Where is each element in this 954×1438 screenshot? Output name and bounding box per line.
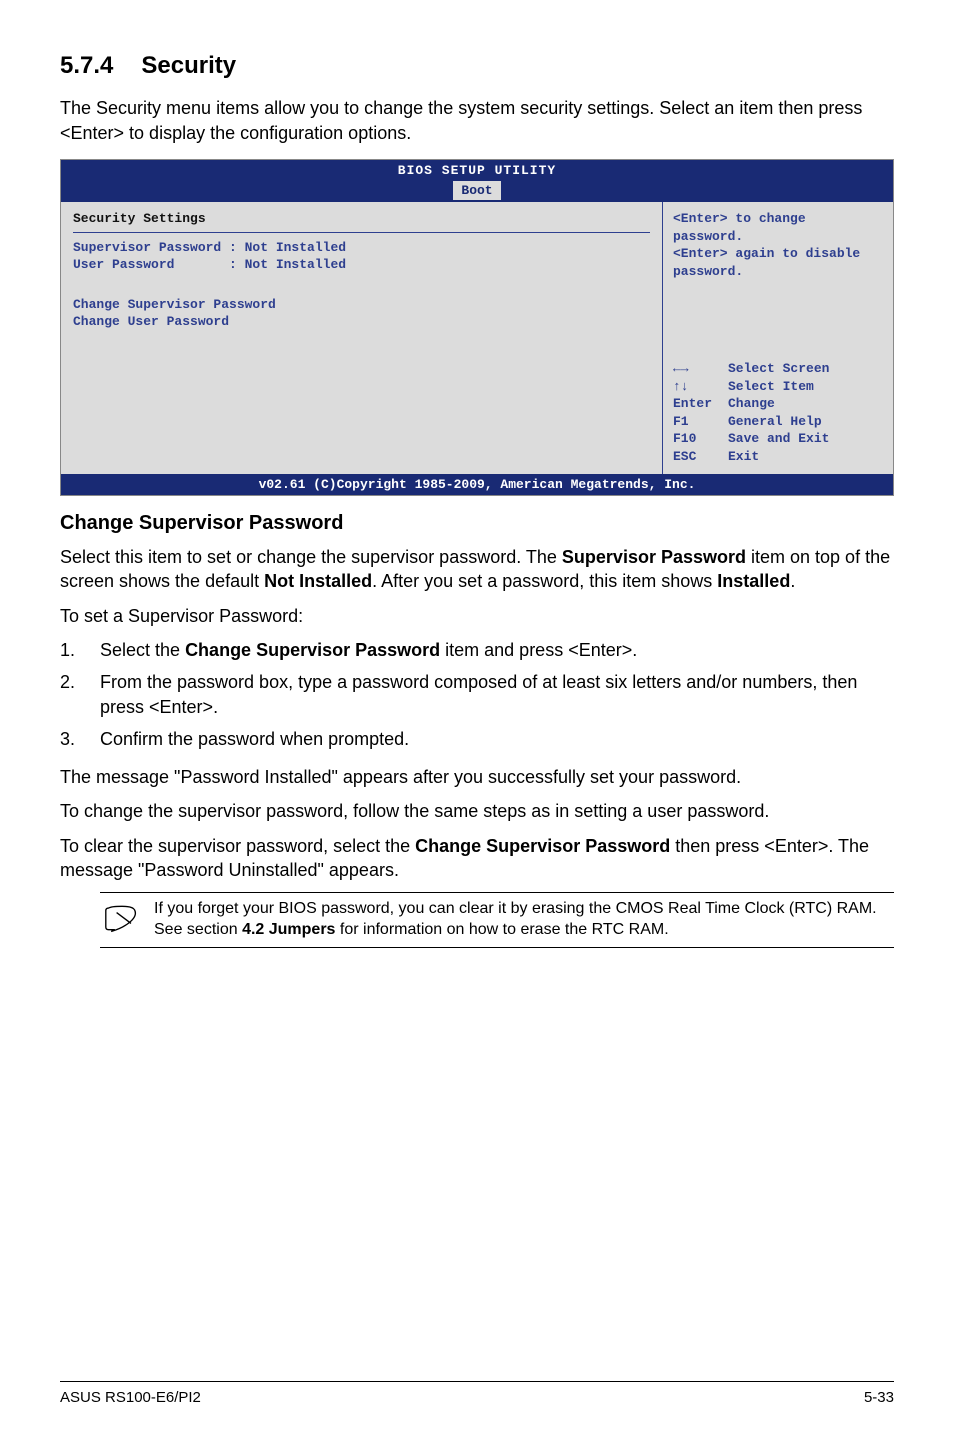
intro-paragraph: The Security menu items allow you to cha… <box>60 96 894 145</box>
note-block: If you forget your BIOS password, you ca… <box>100 892 894 948</box>
bios-copyright-footer: v02.61 (C)Copyright 1985-2009, American … <box>61 474 893 496</box>
bios-nav-line: EnterChange <box>673 395 883 413</box>
step-item: 1. Select the Change Supervisor Password… <box>60 638 894 662</box>
bios-help-line2: <Enter> again to disable password. <box>673 245 883 280</box>
change-pw-paragraph: To change the supervisor password, follo… <box>60 799 894 823</box>
note-icon <box>104 899 154 939</box>
step-item: 3. Confirm the password when prompted. <box>60 727 894 751</box>
bios-tab-row: Boot <box>61 182 893 203</box>
description-paragraph: Select this item to set or change the su… <box>60 545 894 594</box>
bios-nav-line: F10Save and Exit <box>673 430 883 448</box>
to-set-paragraph: To set a Supervisor Password: <box>60 604 894 628</box>
bios-user-status: User Password : Not Installed <box>73 256 650 274</box>
bios-help-line1: <Enter> to change password. <box>673 210 883 245</box>
bios-nav-line: ←→Select Screen <box>673 360 883 378</box>
page-footer: ASUS RS100-E6/PI2 5-33 <box>60 1381 894 1408</box>
steps-list: 1. Select the Change Supervisor Password… <box>60 638 894 751</box>
bios-main-pane: Security Settings Supervisor Password : … <box>61 202 662 473</box>
section-title: Security <box>141 52 236 79</box>
bios-change-user: Change User Password <box>73 313 650 331</box>
bios-change-supervisor: Change Supervisor Password <box>73 296 650 314</box>
clear-pw-paragraph: To clear the supervisor password, select… <box>60 834 894 883</box>
section-number: 5.7.4 <box>60 50 113 82</box>
footer-page: 5-33 <box>864 1388 894 1408</box>
bios-supervisor-status: Supervisor Password : Not Installed <box>73 239 650 257</box>
after-set-paragraph: The message "Password Installed" appears… <box>60 765 894 789</box>
bios-help-pane: <Enter> to change password. <Enter> agai… <box>662 202 893 473</box>
step-item: 2. From the password box, type a passwor… <box>60 670 894 719</box>
bios-security-heading: Security Settings <box>73 210 650 228</box>
bios-nav-line: ESCExit <box>673 448 883 466</box>
bios-title: BIOS SETUP UTILITY <box>61 160 893 182</box>
footer-model: ASUS RS100-E6/PI2 <box>60 1388 201 1408</box>
bios-tab-boot: Boot <box>453 181 500 201</box>
bios-nav-line: ↑↓Select Item <box>673 378 883 396</box>
bios-panel: BIOS SETUP UTILITY Boot Security Setting… <box>60 159 894 496</box>
section-heading: 5.7.4 Security <box>60 50 894 82</box>
note-text: If you forget your BIOS password, you ca… <box>154 899 890 941</box>
bios-nav-line: F1General Help <box>673 413 883 431</box>
sub-heading: Change Supervisor Password <box>60 510 894 537</box>
